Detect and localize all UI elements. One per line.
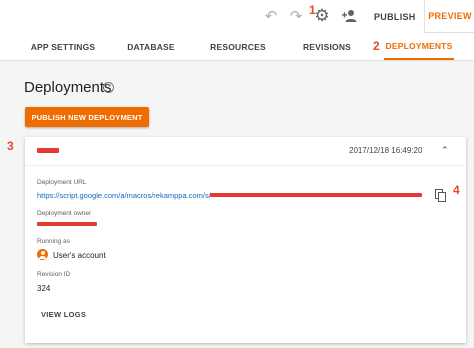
tab-database[interactable]: DATABASE [120, 33, 182, 60]
annotation-3: 3 [7, 139, 14, 153]
deployment-card: 2017/12/18 16:49:20 ⌃ Deployment URL htt… [25, 137, 466, 343]
redacted-owner [37, 222, 97, 226]
deployment-card-header[interactable]: 2017/12/18 16:49:20 ⌃ [25, 137, 466, 166]
revision-id-label: Revision ID [37, 271, 71, 278]
running-as-value: User's account [53, 251, 106, 260]
copy-icon[interactable] [435, 189, 446, 202]
preview-button[interactable]: PREVIEW [424, 0, 474, 33]
undo-icon[interactable]: ↶ [262, 7, 280, 25]
publish-new-deployment-button[interactable]: PUBLISH NEW DEPLOYMENT [25, 107, 149, 127]
tab-bar: APP SETTINGS DATABASE RESOURCES REVISION… [0, 33, 474, 61]
annotation-2: 2 [373, 39, 380, 53]
revision-id-value: 324 [37, 284, 51, 293]
tab-revisions[interactable]: REVISIONS [293, 33, 361, 60]
publish-button[interactable]: PUBLISH [366, 6, 424, 28]
deployment-url-link[interactable]: https://script.google.com/a/macros/rekam… [37, 191, 211, 200]
page-title: Deployments [24, 79, 112, 96]
top-toolbar: ↶ ↷ 1 ⚙ PUBLISH PREVIEW [0, 0, 474, 33]
chevron-up-icon[interactable]: ⌃ [441, 145, 449, 156]
person-icon [37, 249, 48, 260]
deployment-url-label: Deployment URL [37, 179, 87, 186]
redacted-url-tail [210, 193, 422, 197]
deployment-date: 2017/12/18 16:49:20 [349, 146, 423, 155]
annotation-4: 4 [453, 183, 460, 197]
redacted-deployment-name [37, 148, 59, 153]
tab-resources[interactable]: RESOURCES [205, 33, 271, 60]
tab-deployments[interactable]: DEPLOYMENTS [384, 33, 454, 60]
gear-icon[interactable]: ⚙ [313, 6, 331, 25]
deployment-owner-label: Deployment owner [37, 210, 92, 217]
help-icon[interactable]: ? [103, 82, 114, 93]
redo-icon[interactable]: ↷ [287, 7, 305, 25]
tab-app-settings[interactable]: APP SETTINGS [26, 33, 100, 60]
add-person-icon[interactable] [341, 7, 359, 25]
view-logs-button[interactable]: VIEW LOGS [41, 310, 86, 319]
running-as-label: Running as [37, 238, 70, 245]
main-content: Deployments ? PUBLISH NEW DEPLOYMENT 3 2… [0, 61, 474, 348]
